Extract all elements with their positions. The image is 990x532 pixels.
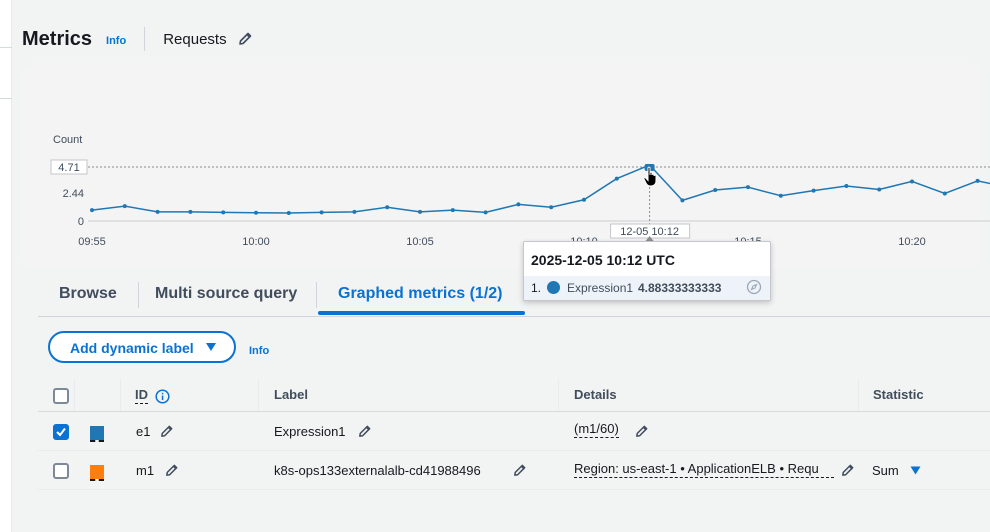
data-point: [352, 209, 357, 214]
tooltip-title: 2025-12-05 10:12 UTC: [531, 252, 675, 268]
data-point: [910, 179, 914, 184]
x-tick-label: 10:05: [406, 236, 434, 248]
x-axis: 09:5510:0010:0510:1010:1510:20: [78, 236, 926, 248]
data-point: [483, 210, 488, 215]
table-header: ID Label Details Statistic: [38, 379, 990, 412]
column-header-details: Details: [574, 387, 617, 402]
data-point: [713, 188, 718, 193]
column-header-statistic: Statistic: [873, 387, 924, 402]
tab-graphed-metrics[interactable]: Graphed metrics (1/2): [338, 276, 503, 316]
caret-down-icon: [206, 343, 216, 351]
y-marker-label: 4.71: [58, 162, 79, 174]
add-dynamic-label-button[interactable]: Add dynamic label: [48, 331, 236, 363]
data-point: [844, 184, 849, 189]
data-point: [614, 176, 619, 181]
row-details[interactable]: Region: us-east-1 • ApplicationELB • Req…: [574, 461, 834, 478]
data-point: [286, 210, 291, 215]
data-point: [975, 178, 980, 183]
checkmark-icon: [56, 427, 66, 437]
edit-details-pencil-icon[interactable]: [840, 463, 855, 478]
row-details[interactable]: (m1/60): [574, 421, 619, 438]
x-tick-label: 10:00: [242, 236, 270, 248]
row-statistic[interactable]: Sum: [872, 463, 899, 478]
series-color-swatch[interactable]: [90, 465, 104, 479]
column-divider: [558, 379, 559, 411]
data-point: [942, 191, 947, 196]
edit-id-pencil-icon[interactable]: [164, 463, 179, 478]
edit-label-pencil-icon[interactable]: [512, 463, 527, 478]
tab-multi-source-query[interactable]: Multi source query: [155, 276, 297, 316]
statistic-caret-down-icon[interactable]: [910, 466, 921, 475]
data-point: [450, 208, 455, 213]
data-point: [122, 204, 127, 209]
id-header-text: ID: [135, 387, 148, 404]
tab-divider: [138, 282, 139, 308]
column-header-id: ID: [135, 387, 148, 404]
info-circle-icon[interactable]: [155, 389, 170, 404]
data-point: [549, 205, 554, 210]
x-tick-label: 09:55: [78, 236, 106, 248]
row-checkbox[interactable]: [53, 463, 69, 479]
series-line: [91, 164, 990, 214]
y-tick-label: 2.44: [63, 188, 84, 200]
column-header-label: Label: [274, 387, 308, 402]
data-point: [188, 209, 193, 214]
x-tick-label: 10:20: [898, 236, 926, 248]
y-axis: 0 2.44 4.71: [50, 159, 990, 228]
hand-cursor-icon: [643, 166, 657, 187]
data-point: [221, 210, 226, 215]
data-point: [516, 202, 521, 207]
select-all-checkbox[interactable]: [53, 388, 69, 404]
y-tick-label: 0: [78, 216, 84, 228]
table-row: e1 Expression1 (m1/60): [38, 412, 990, 451]
data-point: [254, 210, 258, 215]
column-divider: [258, 379, 259, 411]
swatch-underline: [90, 479, 104, 481]
data-point: [680, 198, 685, 203]
data-point: [582, 197, 586, 202]
row-id: e1: [136, 424, 151, 439]
row-id: m1: [136, 463, 155, 478]
line-chart[interactable]: Count 02.444.71 09:5510:0010:0510:1010:1…: [0, 0, 990, 260]
column-divider: [120, 379, 121, 411]
tab-browse[interactable]: Browse: [59, 276, 117, 316]
data-point: [418, 209, 422, 214]
data-point: [319, 210, 324, 215]
column-divider: [858, 379, 859, 411]
swatch-underline: [90, 440, 104, 442]
info-link[interactable]: Info: [249, 345, 269, 357]
row-checkbox[interactable]: [53, 424, 69, 440]
edit-id-pencil-icon[interactable]: [159, 424, 174, 439]
data-point: [746, 185, 750, 190]
add-dynamic-label-text: Add dynamic label: [70, 340, 194, 356]
active-tab-indicator: [318, 311, 525, 315]
table-row: m1 k8s-ops133externalalb-cd41988496 Regi…: [38, 451, 990, 490]
data-point: [385, 205, 390, 210]
data-point: [778, 193, 783, 198]
row-label: k8s-ops133externalalb-cd41988496: [274, 463, 481, 478]
y-axis-label: Count: [53, 134, 82, 146]
series-expression1: [90, 164, 990, 215]
data-point: [811, 188, 816, 193]
row-label: Expression1: [274, 424, 346, 439]
data-point: [90, 208, 94, 213]
edit-label-pencil-icon[interactable]: [357, 424, 372, 439]
series-color-swatch[interactable]: [90, 426, 104, 440]
column-divider: [74, 379, 75, 411]
tab-divider: [316, 282, 317, 308]
edit-details-pencil-icon[interactable]: [634, 424, 649, 439]
data-point: [155, 209, 160, 214]
data-point: [877, 187, 882, 192]
